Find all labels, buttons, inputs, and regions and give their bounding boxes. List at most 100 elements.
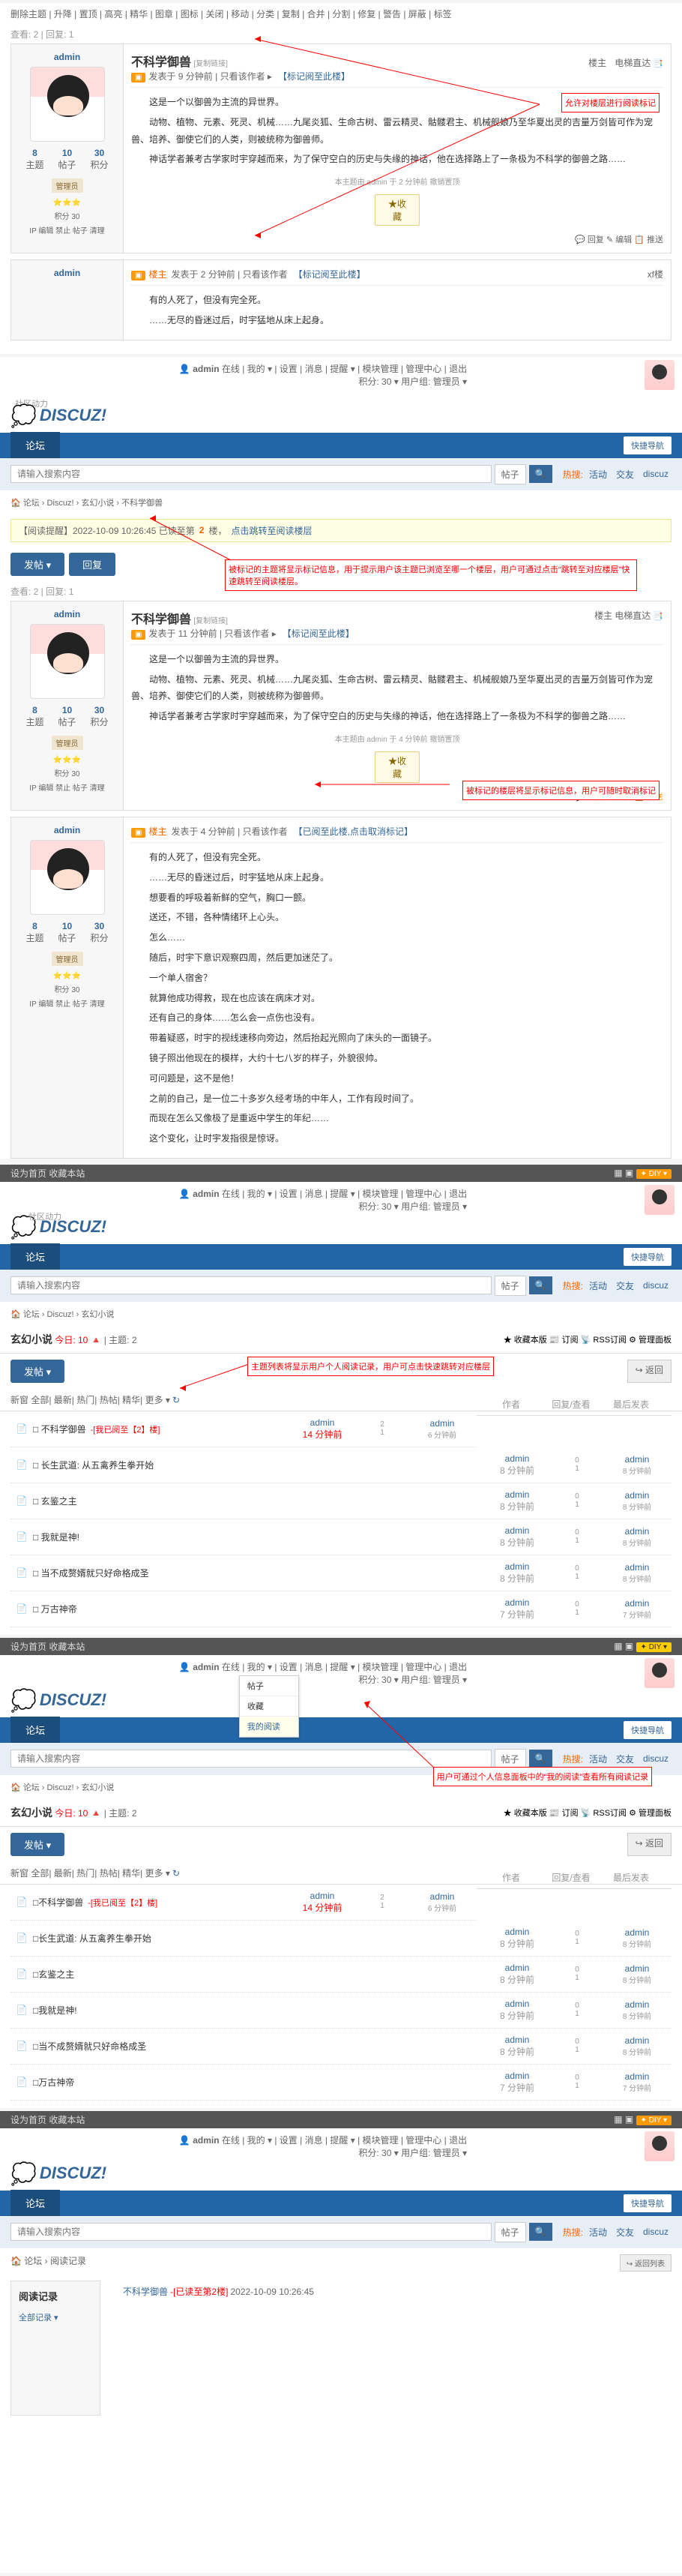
mark-read-link[interactable]: 【标记阅至此楼】 [278, 71, 350, 82]
hot-link[interactable]: 交友 [616, 2226, 634, 2239]
nav-forum-tab[interactable]: 论坛 [10, 1243, 60, 1270]
filter-tabs[interactable]: 新窗 全部| 最新| 热门| 热帖| 精华| 更多 ▾ [10, 1868, 170, 1879]
all-records-link[interactable]: 全部记录 ▾ [19, 2309, 92, 2326]
my-dropdown[interactable]: 帖子 收藏 我的阅读 [239, 1675, 299, 1738]
topic-row[interactable]: 📄□当不成赘婿就只好命格成圣admin8 分钟前01admin8 分钟前 [10, 2029, 672, 2065]
nav-forum-tab[interactable]: 论坛 [10, 1717, 60, 1743]
dropdown-item[interactable]: 收藏 [240, 1696, 298, 1717]
topic-row[interactable]: 📄□ 当不成赘婿就只好命格成圣admin8 分钟前01admin8 分钟前 [10, 1555, 672, 1591]
dropdown-item[interactable]: 帖子 [240, 1676, 298, 1696]
search-input[interactable] [10, 465, 492, 483]
header-links[interactable]: 在线 | 我的 ▾ | 设置 | 消息 | 提醒 ▾ | 模块管理 | 管理中心… [222, 1189, 467, 1199]
mark-read-link[interactable]: 【标记阅至此楼】 [294, 269, 366, 280]
header-links[interactable]: 在线 | 我的 ▾ | 设置 | 消息 | 提醒 ▾ | 模块管理 | 管理中心… [222, 2135, 467, 2146]
avatar[interactable] [30, 624, 105, 699]
elevator-link[interactable]: 电梯直达 [615, 610, 651, 621]
search-select[interactable]: 帖子 [495, 1276, 526, 1296]
refresh-icon[interactable]: ↻ [172, 1395, 180, 1405]
header-links[interactable]: 在线 | 我的 ▾ | 设置 | 消息 | 提醒 ▾ | 模块管理 | 管理中心… [222, 364, 467, 374]
author-link[interactable]: admin [19, 268, 115, 278]
search-input[interactable] [10, 1750, 492, 1768]
topic-title[interactable]: □当不成赘婿就只好命格成圣 [33, 2040, 487, 2053]
topic-title[interactable]: □不科学御兽-[我已阅至【2】楼] [33, 1896, 292, 1909]
user-name[interactable]: admin [193, 364, 219, 374]
diy-button[interactable]: ✦ DIY ▾ [636, 1169, 672, 1179]
topic-title[interactable]: □玄鉴之主 [33, 1968, 487, 1981]
favorite-button[interactable]: ★收藏 [375, 194, 420, 226]
hot-link[interactable]: 活动 [589, 1279, 607, 1292]
return-list-button[interactable]: ↪ 返回列表 [620, 2254, 672, 2272]
refresh-icon[interactable]: ↻ [172, 1868, 180, 1879]
post-actions[interactable]: 💬 回复 ✎ 编辑 📋 推送 [131, 233, 663, 245]
header-avatar[interactable] [645, 1658, 675, 1688]
topic-title[interactable]: □ 玄鉴之主 [33, 1495, 487, 1507]
mod-links[interactable]: IP 编辑 禁止 帖子 清理 [19, 781, 115, 793]
hot-link[interactable]: discuz [643, 2227, 669, 2237]
copy-link[interactable]: [复制链接] [193, 60, 228, 68]
topic-title[interactable]: □ 不科学御兽-[我已阅至【2】楼] [33, 1423, 292, 1435]
topic-row[interactable]: 📄□ 不科学御兽-[我已阅至【2】楼]admin14 分钟前21admin6 分… [10, 1411, 477, 1447]
header-avatar[interactable] [645, 360, 675, 390]
return-button[interactable]: ↪ 返回 [627, 1833, 672, 1856]
topic-title[interactable]: □ 长生武道: 从五禽养生拳开始 [33, 1459, 487, 1471]
top-links[interactable]: 设为首页 收藏本站 [10, 1642, 85, 1652]
return-button[interactable]: ↪ 返回 [627, 1360, 672, 1383]
user-name[interactable]: admin [193, 2135, 219, 2146]
topic-title[interactable]: □我就是神! [33, 2004, 487, 2017]
topic-row[interactable]: 📄□ 我就是神!admin8 分钟前01admin8 分钟前 [10, 1519, 672, 1555]
quick-nav[interactable]: 快捷导航 [624, 1721, 672, 1739]
diy-button[interactable]: ✦ DIY ▾ [636, 1642, 672, 1652]
topic-row[interactable]: 📄□ 玄鉴之主admin8 分钟前01admin8 分钟前 [10, 1483, 672, 1519]
topic-title[interactable]: □ 万古神帝 [33, 1603, 487, 1615]
author-link[interactable]: admin [19, 825, 115, 835]
topic-title[interactable]: □ 我就是神! [33, 1531, 487, 1543]
search-button[interactable]: 🔍 [529, 1750, 552, 1768]
hot-link[interactable]: 交友 [616, 1753, 634, 1765]
topic-row[interactable]: 📄□我就是神!admin8 分钟前01admin8 分钟前 [10, 1993, 672, 2029]
reading-record-row[interactable]: 不科学御兽 -[已读至第2楼] 2022-10-09 10:26:45 [123, 2281, 672, 2302]
hot-link[interactable]: 活动 [589, 1753, 607, 1765]
elevator-link[interactable]: 电梯直达 [615, 58, 651, 68]
nav-forum-tab[interactable]: 论坛 [10, 2190, 60, 2216]
mark-read-link[interactable]: 【标记阅至此楼】 [283, 628, 354, 639]
top-links[interactable]: 设为首页 收藏本站 [10, 1168, 85, 1179]
search-button[interactable]: 🔍 [529, 2223, 552, 2241]
avatar[interactable] [30, 840, 105, 915]
quick-nav[interactable]: 快捷导航 [624, 2194, 672, 2212]
header-avatar[interactable] [645, 2131, 675, 2161]
breadcrumb[interactable]: 🏠 论坛 › Discuz! › 玄幻小说 [0, 1302, 682, 1326]
topic-title[interactable]: □万古神帝 [33, 2076, 487, 2089]
unmark-read-link[interactable]: 【已阅至此楼,点击取消标记】 [294, 826, 413, 837]
read-mark[interactable]: -[我已阅至【2】楼] [91, 1426, 160, 1435]
search-select[interactable]: 帖子 [495, 2222, 526, 2242]
nav-forum-tab[interactable]: 论坛 [10, 432, 60, 458]
new-post-button[interactable]: 发帖 ▾ [10, 1360, 64, 1383]
forum-tools[interactable]: ★ 收藏本版 📰 订阅 📡 RSS订阅 ⚙ 管理面板 [504, 1807, 672, 1819]
topic-row[interactable]: 📄□ 长生武道: 从五禽养生拳开始admin8 分钟前01admin8 分钟前 [10, 1447, 672, 1483]
copy-link[interactable]: [复制链接] [193, 617, 228, 625]
topic-row[interactable]: 📄□长生武道: 从五禽养生拳开始admin8 分钟前01admin8 分钟前 [10, 1921, 672, 1957]
header-links[interactable]: 在线 | 我的 ▾ | 设置 | 消息 | 提醒 ▾ | 模块管理 | 管理中心… [222, 1662, 467, 1672]
hot-link[interactable]: 活动 [589, 2226, 607, 2239]
user-name[interactable]: admin [193, 1662, 219, 1672]
filter-tabs[interactable]: 新窗 全部| 最新| 热门| 热帖| 精华| 更多 ▾ [10, 1395, 170, 1405]
breadcrumb[interactable]: 🏠 论坛 › 阅读记录 [10, 2256, 86, 2266]
forum-tools[interactable]: ★ 收藏本版 📰 订阅 📡 RSS订阅 ⚙ 管理面板 [504, 1333, 672, 1345]
logo[interactable]: DISCUZ! [40, 406, 106, 425]
avatar[interactable] [30, 67, 105, 142]
user-name[interactable]: admin [193, 1189, 219, 1199]
favorite-button[interactable]: ★收藏 [375, 751, 420, 783]
hot-link[interactable]: 活动 [589, 468, 607, 481]
mod-links[interactable]: IP 编辑 禁止 帖子 清理 [19, 997, 115, 1009]
new-post-button[interactable]: 发帖 ▾ [10, 1833, 64, 1856]
jump-link[interactable]: 点击跳转至阅读楼层 [231, 524, 312, 537]
hot-link[interactable]: discuz [643, 1280, 669, 1291]
reply-button[interactable]: 回复 [69, 553, 115, 576]
hot-link[interactable]: discuz [643, 1753, 669, 1764]
topic-row[interactable]: 📄□万古神帝admin7 分钟前01admin7 分钟前 [10, 2065, 672, 2101]
logo[interactable]: DISCUZ! [40, 1690, 106, 1710]
hot-link[interactable]: 交友 [616, 468, 634, 481]
search-select[interactable]: 帖子 [495, 464, 526, 484]
search-input[interactable] [10, 2223, 492, 2241]
diy-button[interactable]: ✦ DIY ▾ [636, 2116, 672, 2125]
